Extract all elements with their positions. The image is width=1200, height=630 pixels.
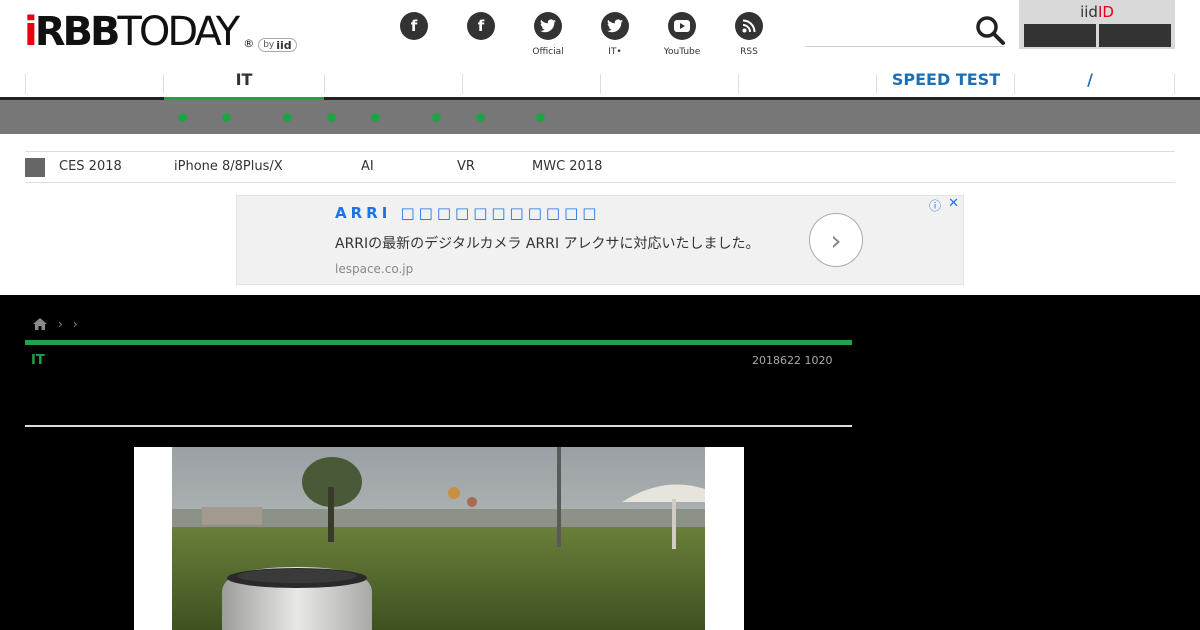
facebook-icon: f	[467, 12, 495, 40]
twitter-icon	[534, 12, 562, 40]
site-header: iRBB TODAY ® by iid f f Official IT• You…	[0, 0, 1200, 70]
social-facebook-1[interactable]: f	[384, 12, 444, 47]
nav-tab-speed-test[interactable]: SPEED TEST	[877, 70, 1015, 98]
logo-by-iid: by iid	[258, 38, 297, 52]
breadcrumb: › ›	[32, 317, 78, 331]
search-input[interactable]	[805, 46, 1005, 47]
article-area: › › IT 2018622 1020	[0, 295, 1200, 630]
social-facebook-2[interactable]: f	[451, 12, 511, 47]
subnav-item[interactable]	[476, 113, 485, 122]
article-photo[interactable]	[172, 447, 705, 630]
social-label: YouTube	[663, 47, 701, 57]
social-label: Official	[532, 47, 564, 57]
nav-tab-it[interactable]: IT	[164, 70, 324, 98]
subnav-item[interactable]	[327, 113, 336, 122]
nav-tab-slash[interactable]: /	[1015, 70, 1165, 98]
subnav-item[interactable]	[222, 113, 231, 122]
ad-title[interactable]: ARRI □□□□□□□□□□□	[335, 204, 600, 222]
ad-banner[interactable]: ARRI □□□□□□□□□□□ ARRIの最新のデジタルカメラ ARRI アレ…	[236, 195, 964, 285]
iid-login-box: iidID	[1019, 0, 1175, 49]
ad-body: ARRIの最新のデジタルカメラ ARRI アレクサに対応いたしました。	[335, 236, 760, 252]
nav-divider	[462, 74, 463, 94]
twitter-icon	[601, 12, 629, 40]
ad-url[interactable]: lespace.co.jp	[335, 262, 413, 276]
hot-tags-bar: CES 2018 iPhone 8/8Plus/X AI VR MWC 2018	[25, 151, 1175, 183]
logo-registered-mark: ®	[243, 37, 255, 50]
tag-link[interactable]: AI	[361, 152, 374, 182]
site-logo[interactable]: iRBB TODAY ® by iid	[24, 10, 297, 54]
facebook-icon: f	[400, 12, 428, 40]
main-nav: IT SPEED TEST /	[0, 70, 1200, 98]
tag-link[interactable]: iPhone 8/8Plus/X	[174, 152, 283, 182]
tag-link[interactable]: MWC 2018	[532, 152, 602, 182]
article-category[interactable]: IT	[31, 353, 45, 368]
social-twitter-official[interactable]: Official	[518, 12, 578, 57]
logo-wordmark: iRBB	[24, 9, 120, 55]
social-label: IT•	[608, 47, 622, 57]
youtube-icon	[668, 12, 696, 40]
social-youtube[interactable]: YouTube	[652, 12, 712, 57]
nav-divider	[738, 74, 739, 94]
iid-login-button[interactable]	[1024, 24, 1096, 47]
social-rss[interactable]: RSS	[719, 12, 779, 57]
tag-link[interactable]: VR	[457, 152, 475, 182]
tag-link[interactable]: CES 2018	[59, 152, 122, 182]
chevron-right-icon[interactable]: ›	[809, 213, 863, 267]
page: iRBB TODAY ® by iid f f Official IT• You…	[0, 0, 1200, 630]
tags-marker	[25, 158, 45, 177]
social-twitter-it[interactable]: IT•	[585, 12, 645, 57]
subnav-item[interactable]	[371, 113, 380, 122]
breadcrumb-separator: ›	[72, 317, 78, 331]
article-photo-frame	[134, 447, 744, 630]
article-date: 2018622 1020	[752, 354, 833, 367]
subnav-item[interactable]	[178, 113, 187, 122]
home-icon[interactable]	[32, 317, 48, 331]
subnav-item[interactable]	[283, 113, 292, 122]
ad-info-icon[interactable]: ⓘ	[929, 197, 941, 214]
nav-divider	[25, 74, 26, 94]
nav-divider	[600, 74, 601, 94]
rss-icon	[735, 12, 763, 40]
logo-today: TODAY	[117, 9, 241, 55]
breadcrumb-separator: ›	[58, 317, 63, 331]
iid-register-button[interactable]	[1099, 24, 1171, 47]
subnav-item[interactable]	[432, 113, 441, 122]
nav-divider	[324, 74, 325, 94]
nav-divider	[1174, 74, 1175, 94]
article-title-rule	[25, 425, 852, 427]
article-header-bar	[25, 340, 852, 345]
social-label: RSS	[740, 47, 758, 57]
subnav-item[interactable]	[536, 113, 545, 122]
search-icon[interactable]	[974, 14, 1006, 46]
close-icon[interactable]: ✕	[948, 196, 959, 211]
iid-id-title: iidID	[1080, 3, 1114, 21]
sub-nav	[0, 100, 1200, 134]
